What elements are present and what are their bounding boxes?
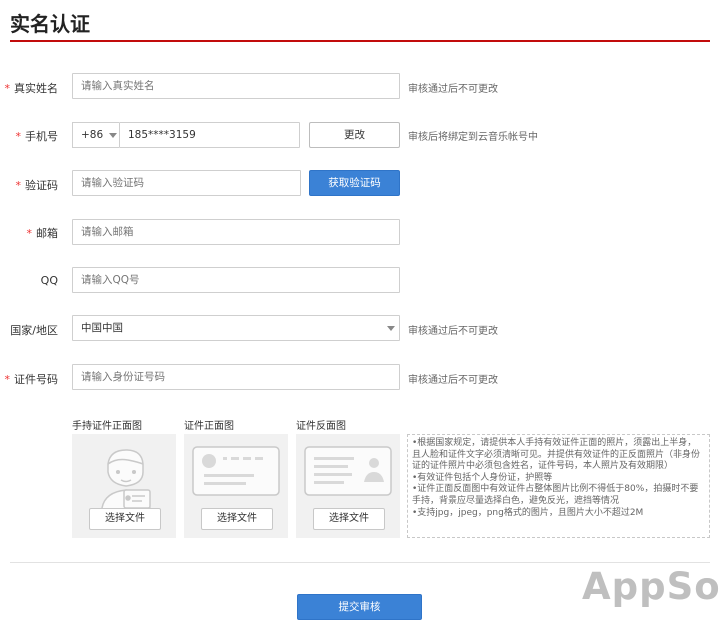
real-name-input[interactable]	[72, 73, 400, 99]
id-number-hint: 审核通过后不可更改	[408, 375, 498, 386]
qq-input[interactable]	[72, 267, 400, 293]
qq-label: QQ	[40, 274, 58, 287]
phone-value: 185****3159	[128, 129, 196, 141]
region-label: 国家/地区	[10, 324, 58, 337]
upload-requirements-notes: •根据国家规定，请提供本人手持有效证件正面的照片，须露出上半身，且人脸和证件文字…	[407, 434, 710, 538]
submit-button[interactable]: 提交审核	[297, 594, 422, 620]
choose-file-button[interactable]: 选择文件	[89, 508, 161, 530]
required-mark: *	[15, 179, 22, 192]
chevron-down-icon	[387, 326, 395, 331]
code-input[interactable]	[72, 170, 301, 196]
title-divider	[10, 40, 710, 42]
upload-handheld-box: 选择文件	[72, 434, 176, 538]
region-hint: 审核通过后不可更改	[408, 326, 498, 337]
email-label: * 邮箱	[26, 227, 59, 240]
required-mark: *	[4, 82, 11, 95]
note-line: •支持jpg，jpeg，png格式的图片，且图片大小不超过2M	[412, 507, 644, 518]
note-line: •证件正面反面图中有效证件占整体图片比例不得低于80%，拍摄时不要手持，背景应尽…	[412, 484, 699, 506]
upload-handheld-label: 手持证件正面图	[72, 421, 142, 432]
upload-id-front-box: 选择文件	[184, 434, 288, 538]
get-code-button[interactable]: 获取验证码	[309, 170, 400, 196]
note-line: •有效证件包括个人身份证，护照等	[412, 472, 553, 483]
phone-input[interactable]: 185****3159	[119, 122, 300, 148]
note-line: •根据国家规定，请提供本人手持有效证件正面的照片，须露出上半身，且人脸和证件文字…	[412, 438, 701, 472]
phone-hint: 审核后将绑定到云音乐帐号中	[408, 132, 538, 143]
code-label: * 验证码	[15, 179, 59, 192]
chevron-down-icon	[109, 133, 117, 138]
upload-id-back-label: 证件反面图	[296, 421, 346, 432]
country-code-value: +86	[81, 129, 104, 141]
required-mark: *	[26, 227, 33, 240]
real-name-label: * 真实姓名	[4, 82, 59, 95]
required-mark: *	[15, 130, 22, 143]
page-title: 实名认证	[10, 12, 90, 36]
email-input[interactable]	[72, 219, 400, 245]
bottom-divider	[10, 562, 710, 563]
required-mark: *	[4, 373, 11, 386]
id-number-input[interactable]	[72, 364, 400, 390]
choose-file-button[interactable]: 选择文件	[201, 508, 273, 530]
choose-file-button[interactable]: 选择文件	[313, 508, 385, 530]
upload-id-back-box: 选择文件	[296, 434, 400, 538]
upload-id-front-label: 证件正面图	[184, 421, 234, 432]
phone-label: * 手机号	[15, 130, 59, 143]
watermark-logo: AppSo	[582, 565, 720, 608]
real-name-hint: 审核通过后不可更改	[408, 84, 498, 95]
country-code-select[interactable]: +86	[72, 122, 119, 148]
region-select[interactable]: 中国中国	[72, 315, 400, 341]
change-phone-button[interactable]: 更改	[309, 122, 400, 148]
id-number-label: * 证件号码	[4, 373, 59, 386]
region-value: 中国中国	[81, 322, 123, 334]
